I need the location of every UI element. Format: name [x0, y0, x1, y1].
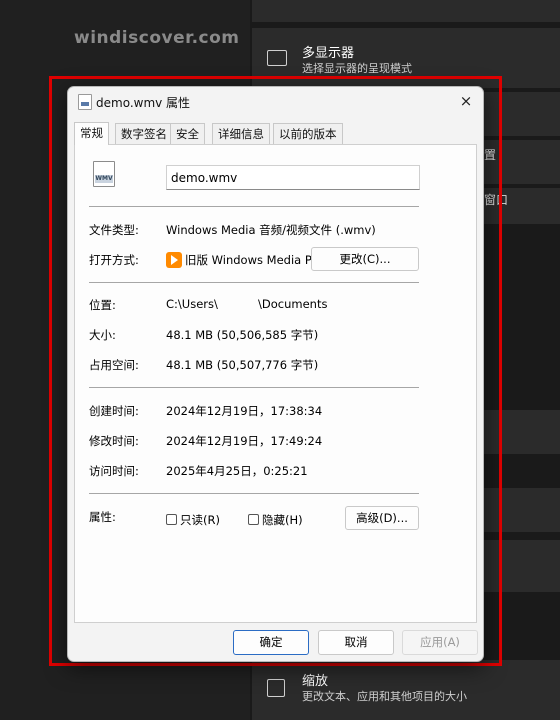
- open-with-value: 旧版 Windows Media Player: [185, 253, 323, 267]
- location-value-end: \Documents: [258, 297, 328, 311]
- separator: [89, 493, 419, 494]
- media-player-icon: [166, 252, 182, 268]
- size-value: 48.1 MB (50,506,585 字节): [166, 328, 319, 342]
- created-value: 2024年12月19日，17:38:34: [166, 404, 323, 418]
- dialog-title: demo.wmv 属性: [96, 96, 191, 110]
- dialog-titlebar[interactable]: demo.wmv 属性 ×: [68, 87, 483, 115]
- multi-display-title: 多显示器: [302, 46, 355, 61]
- settings-card-top[interactable]: [252, 0, 560, 22]
- tab-general[interactable]: 常规: [74, 122, 109, 145]
- accessed-label: 访问时间:: [89, 464, 139, 478]
- ok-button[interactable]: 确定: [233, 630, 309, 655]
- general-tab-panel: WMV 文件类型: Windows Media 音频/视频文件 (.wmv) 打…: [74, 144, 477, 623]
- scale-icon: [267, 679, 285, 697]
- size-on-disk-value: 48.1 MB (50,507,776 字节): [166, 358, 319, 372]
- file-name-field[interactable]: [166, 165, 420, 190]
- tab-previous-versions[interactable]: 以前的版本: [273, 123, 343, 144]
- multi-display-subtitle: 选择显示器的呈现模式: [302, 62, 412, 75]
- readonly-checkbox[interactable]: 只读(R): [166, 512, 220, 528]
- cancel-button[interactable]: 取消: [318, 630, 394, 655]
- watermark-text: windiscover.com: [74, 28, 240, 48]
- advanced-button[interactable]: 高级(D)...: [345, 506, 419, 530]
- separator: [89, 206, 419, 207]
- location-label: 位置:: [89, 298, 116, 312]
- close-icon[interactable]: ×: [449, 87, 483, 115]
- hidden-label: 隐藏(H): [262, 513, 303, 527]
- file-type-label: 文件类型:: [89, 223, 139, 237]
- accessed-value: 2025年4月25日，0:25:21: [166, 464, 308, 478]
- multi-display-icon: [267, 50, 287, 66]
- tab-details[interactable]: 详细信息: [212, 123, 270, 144]
- wmv-file-icon: WMV: [93, 161, 115, 187]
- location-value-start: C:\Users\: [166, 297, 218, 311]
- created-label: 创建时间:: [89, 404, 139, 418]
- readonly-label: 只读(R): [180, 513, 220, 527]
- properties-dialog: demo.wmv 属性 × 常规 数字签名 安全 详细信息 以前的版本 WMV …: [67, 86, 484, 662]
- change-button[interactable]: 更改(C)...: [311, 247, 419, 271]
- attributes-label: 属性:: [89, 510, 116, 524]
- wmv-file-icon: [78, 94, 92, 110]
- scale-title: 缩放: [302, 674, 329, 689]
- tab-security[interactable]: 安全: [170, 123, 205, 144]
- apply-button[interactable]: 应用(A): [402, 630, 478, 655]
- checkbox-box[interactable]: [166, 514, 177, 525]
- modified-value: 2024年12月19日，17:49:24: [166, 434, 323, 448]
- separator: [89, 282, 419, 283]
- file-type-value: Windows Media 音频/视频文件 (.wmv): [166, 223, 376, 237]
- checkbox-box[interactable]: [248, 514, 259, 525]
- open-with-label: 打开方式:: [89, 253, 139, 267]
- size-label: 大小:: [89, 328, 116, 342]
- modified-label: 修改时间:: [89, 434, 139, 448]
- scale-subtitle: 更改文本、应用和其他项目的大小: [302, 690, 467, 703]
- tab-digital-signatures[interactable]: 数字签名: [115, 123, 173, 144]
- hidden-checkbox[interactable]: 隐藏(H): [248, 512, 303, 528]
- separator: [89, 387, 419, 388]
- size-on-disk-label: 占用空间:: [89, 358, 139, 372]
